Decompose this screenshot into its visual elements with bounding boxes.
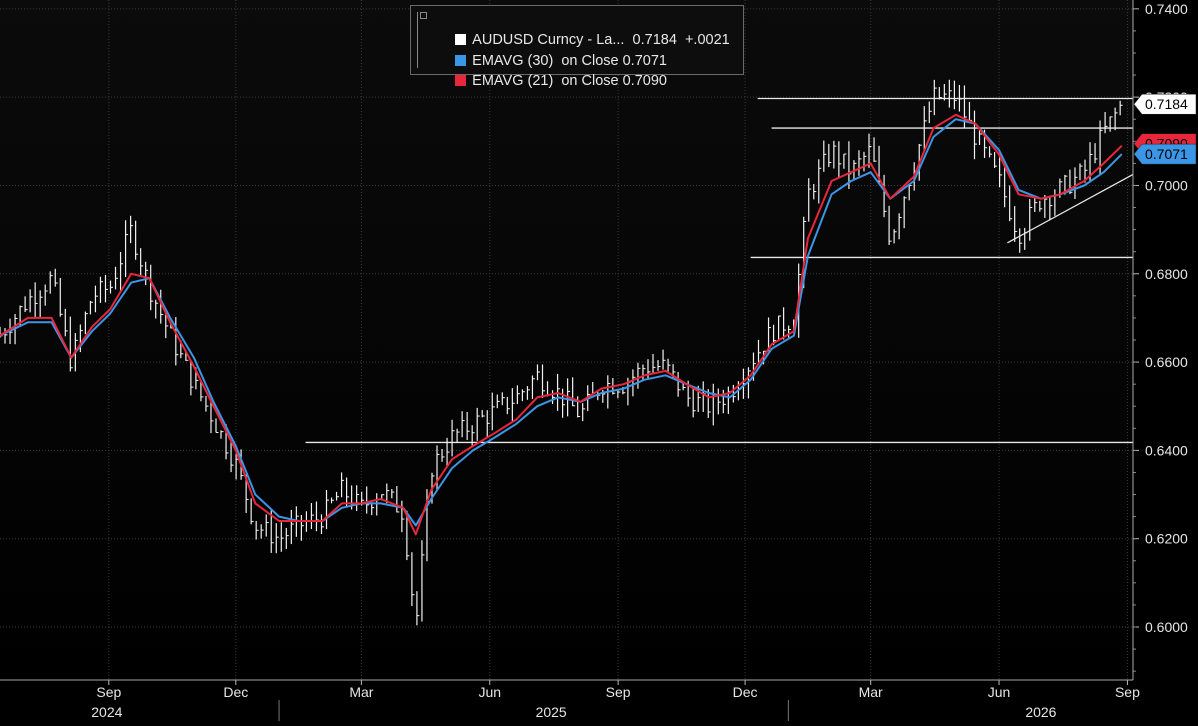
x-tick-label: Sep	[1115, 684, 1140, 700]
x-tick-label: Jun	[478, 684, 501, 700]
y-tick-label: 0.6200	[1145, 531, 1188, 547]
legend-handle[interactable]	[417, 12, 427, 68]
x-year-label: 2024	[91, 704, 122, 720]
x-tick-label: Sep	[96, 684, 121, 700]
legend-ema21-value: 0.7090	[622, 73, 667, 89]
y-tick-label: 0.6600	[1145, 354, 1188, 370]
y-tick-label: 0.6400	[1145, 442, 1188, 458]
legend-row-price: AUDUSD Curncy - La... 0.7184 +.0021	[431, 10, 730, 48]
x-year-label: 2025	[536, 704, 567, 720]
legend: AUDUSD Curncy - La... 0.7184 +.0021 EMAV…	[410, 5, 744, 89]
legend-ema21-name: EMAVG (21)	[472, 73, 554, 89]
y-tick-label: 0.7400	[1145, 1, 1188, 17]
legend-ema21-on: on Close	[561, 73, 619, 89]
x-tick-label: Mar	[859, 684, 883, 700]
legend-row-ema21: EMAVG (21) on Close 0.7090	[431, 51, 667, 89]
price-tag-last: 0.7184	[1133, 93, 1197, 115]
x-tick-label: Dec	[733, 684, 758, 700]
price-tag-last-label: 0.7184	[1145, 96, 1188, 112]
x-tick-label: Dec	[223, 684, 248, 700]
legend-swatch-ema21	[455, 75, 467, 86]
price-tag-ema30-label: 0.7071	[1145, 146, 1188, 162]
y-tick-label: 0.6000	[1145, 619, 1188, 635]
chart: 0.74000.72000.70000.68000.66000.64000.62…	[0, 0, 1198, 721]
legend-row-ema30: EMAVG (30) on Close 0.7071	[431, 31, 667, 69]
x-year-label: 2026	[1025, 704, 1056, 720]
price-tag-ema30: 0.7071	[1133, 143, 1197, 165]
legend-price-change: +.0021	[684, 32, 730, 48]
x-tick-label: Sep	[606, 684, 631, 700]
chart-canvas: 0.74000.72000.70000.68000.66000.64000.62…	[0, 0, 1198, 721]
y-tick-label: 0.6800	[1145, 266, 1188, 282]
y-tick-label: 0.7000	[1145, 177, 1188, 193]
x-tick-label: Mar	[349, 684, 373, 700]
x-tick-label: Jun	[988, 684, 1011, 700]
